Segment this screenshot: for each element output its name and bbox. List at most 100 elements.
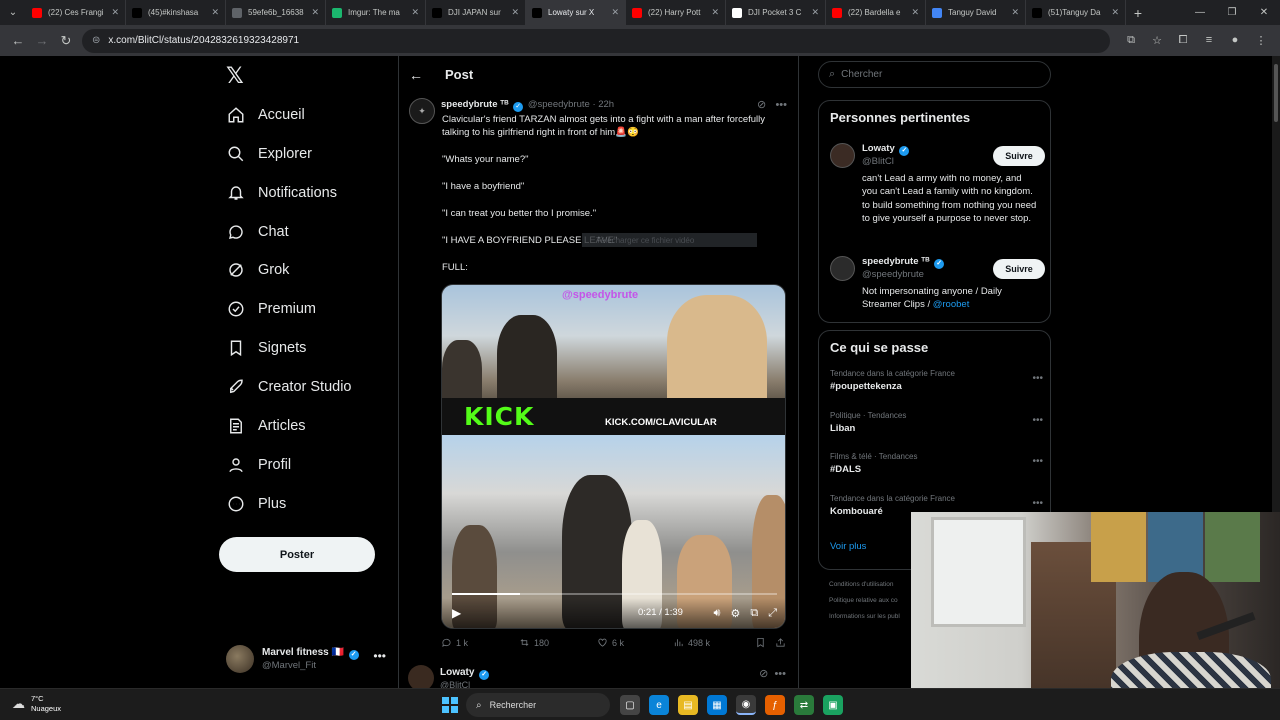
search-input[interactable]: ⌕ Chercher (818, 61, 1051, 88)
file-explorer-icon[interactable]: ▤ (678, 695, 698, 715)
bookmark-button[interactable] (755, 637, 775, 648)
video-progress-bar[interactable] (452, 593, 777, 595)
pip-icon[interactable]: ⧉ (750, 607, 758, 620)
extensions-icon[interactable]: ⧠ (1170, 34, 1196, 47)
download-video-overlay[interactable]: Télécharger ce fichier vidéo (582, 233, 757, 247)
person-name[interactable]: speedybrute ᵀᴮ ✓ (862, 256, 946, 269)
site-info-icon[interactable]: ⊜ (92, 35, 100, 46)
store-icon[interactable]: ▦ (707, 695, 727, 715)
more-dots-icon[interactable]: ••• (1032, 373, 1043, 384)
relevant-person[interactable]: Lowaty ✓ @BlitCl Suivre can't Lead a arm… (830, 143, 1045, 243)
close-tab-icon[interactable]: ✕ (911, 7, 919, 18)
post-button[interactable]: Poster (219, 537, 375, 572)
close-tab-icon[interactable]: ✕ (611, 7, 619, 18)
see-more-link[interactable]: Voir plus (830, 541, 866, 552)
browser-tab[interactable]: (45)#kinshasa ✕ (126, 0, 226, 25)
browser-tab[interactable]: 59efe6b_16638 ✕ (226, 0, 326, 25)
nav-item-premium[interactable]: Premium (226, 294, 316, 324)
next-tweet-author[interactable]: Lowaty ✓ (440, 667, 491, 680)
browser-tab[interactable]: (22) Ces Frangi ✕ (26, 0, 126, 25)
app-icon[interactable]: ⇄ (794, 695, 814, 715)
back-icon[interactable]: ← (6, 29, 30, 53)
relevant-person[interactable]: speedybrute ᵀᴮ ✓ @speedybrute Suivre Not… (830, 256, 1045, 316)
more-dots-icon[interactable]: ••• (774, 668, 786, 680)
weather-widget[interactable]: ☁ 7°C Nuageux (12, 694, 61, 714)
close-tab-icon[interactable]: ✕ (211, 7, 219, 18)
close-tab-icon[interactable]: ✕ (811, 7, 819, 18)
follow-button[interactable]: Suivre (993, 259, 1045, 279)
firefox-icon[interactable]: ƒ (765, 695, 785, 715)
close-tab-icon[interactable]: ✕ (511, 7, 519, 18)
close-tab-icon[interactable]: ✕ (1011, 7, 1019, 18)
browser-tab[interactable]: (51)Tanguy Da ✕ (1026, 0, 1126, 25)
maximize-icon[interactable]: ❐ (1216, 0, 1248, 25)
more-dots-icon[interactable]: ••• (1032, 498, 1043, 509)
task-view-icon[interactable]: ▢ (620, 695, 640, 715)
fullscreen-icon[interactable]: ⤢ (768, 607, 777, 620)
nav-item-profil[interactable]: Profil (226, 450, 291, 480)
browser-tab[interactable]: Tanguy David ✕ (926, 0, 1026, 25)
nav-item-creator-studio[interactable]: Creator Studio (226, 372, 352, 402)
volume-icon[interactable]: 🔊︎ (714, 607, 721, 620)
more-dots-icon[interactable]: ••• (775, 99, 787, 111)
footer-link[interactable]: Informations sur les publ (829, 609, 900, 625)
taskbar-search[interactable]: ⌕ Rechercher (466, 693, 610, 717)
person-name[interactable]: Lowaty ✓ (862, 143, 911, 156)
grok-icon[interactable]: ⊘ (759, 668, 768, 680)
tweet-author-name[interactable]: speedybrute ᵀᴮ (441, 99, 509, 110)
nav-item-articles[interactable]: Articles (226, 411, 306, 441)
more-dots-icon[interactable]: ••• (1032, 456, 1043, 467)
video-player[interactable]: @speedybrute KICK KICK.COM/CLAVICULAR ▶ … (441, 284, 786, 629)
media-control-icon[interactable]: ≡ (1196, 34, 1222, 47)
trend-item[interactable]: Politique · Tendances Liban ••• (830, 411, 1043, 434)
browser-menu-icon[interactable]: ⋮ (1248, 34, 1274, 47)
person-avatar[interactable] (830, 256, 855, 281)
forward-icon[interactable]: → (30, 29, 54, 53)
browser-tab[interactable]: (22) Harry Pott ✕ (626, 0, 726, 25)
nav-item-grok[interactable]: Grok (226, 255, 289, 285)
address-bar[interactable]: ⊜ x.com/BlitCl/status/204283261932342897… (82, 28, 1110, 53)
trend-item[interactable]: Tendance dans la catégorie France #poupet… (830, 369, 1043, 392)
views-button[interactable]: 498 k (673, 637, 755, 648)
footer-link[interactable]: Conditions d'utilisation (829, 577, 900, 593)
install-app-icon[interactable]: ⧉ (1118, 34, 1144, 47)
tweet-author-handle[interactable]: @speedybrute (528, 99, 590, 110)
follow-button[interactable]: Suivre (993, 146, 1045, 166)
close-tab-icon[interactable]: ✕ (111, 7, 119, 18)
trend-item[interactable]: Films & télé · Tendances #DALS ••• (830, 452, 1043, 475)
browser-tab[interactable]: Lowaty sur X ✕ (526, 0, 626, 25)
bio-link[interactable]: @roobet (933, 299, 970, 310)
app-icon[interactable]: ▣ (823, 695, 843, 715)
nav-item-explorer[interactable]: Explorer (226, 139, 312, 169)
grok-icon[interactable]: ⊘ (757, 99, 766, 111)
more-dots-icon[interactable]: ••• (1032, 415, 1043, 426)
nav-item-accueil[interactable]: Accueil (226, 100, 305, 130)
bookmark-star-icon[interactable]: ☆ (1144, 34, 1170, 47)
browser-tab[interactable]: (22) Bardella e ✕ (826, 0, 926, 25)
windows-start-icon[interactable] (442, 697, 458, 713)
close-tab-icon[interactable]: ✕ (1111, 7, 1119, 18)
close-tab-icon[interactable]: ✕ (311, 7, 319, 18)
browser-tab[interactable]: Imgur: The ma ✕ (326, 0, 426, 25)
x-logo-icon[interactable]: 𝕏 (226, 64, 244, 89)
edge-icon[interactable]: e (649, 695, 669, 715)
minimize-icon[interactable]: — (1184, 0, 1216, 25)
back-arrow-icon[interactable]: ← (409, 67, 435, 83)
settings-gear-icon[interactable]: ⚙ (730, 607, 740, 620)
nav-item-signets[interactable]: Signets (226, 333, 306, 363)
tweet-author-avatar[interactable]: ✦ (409, 98, 435, 124)
nav-item-chat[interactable]: Chat (226, 217, 289, 247)
tweet-time[interactable]: · 22h (592, 99, 614, 110)
reply-button[interactable]: 1 k (441, 637, 519, 648)
repost-button[interactable]: 180 (519, 637, 597, 648)
close-window-icon[interactable]: ✕ (1248, 0, 1280, 25)
browser-tab[interactable]: DJI Pocket 3 C ✕ (726, 0, 826, 25)
scrollbar-thumb[interactable] (1274, 64, 1278, 122)
nav-item-plus[interactable]: Plus (226, 489, 286, 519)
more-dots-icon[interactable]: ••• (373, 649, 386, 663)
nav-item-notifications[interactable]: Notifications (226, 178, 337, 208)
profile-avatar-icon[interactable]: ● (1222, 34, 1248, 47)
tab-list-chevron-icon[interactable]: ⌄ (0, 0, 26, 25)
close-tab-icon[interactable]: ✕ (711, 7, 719, 18)
footer-link[interactable]: Politique relative aux co (829, 593, 900, 609)
